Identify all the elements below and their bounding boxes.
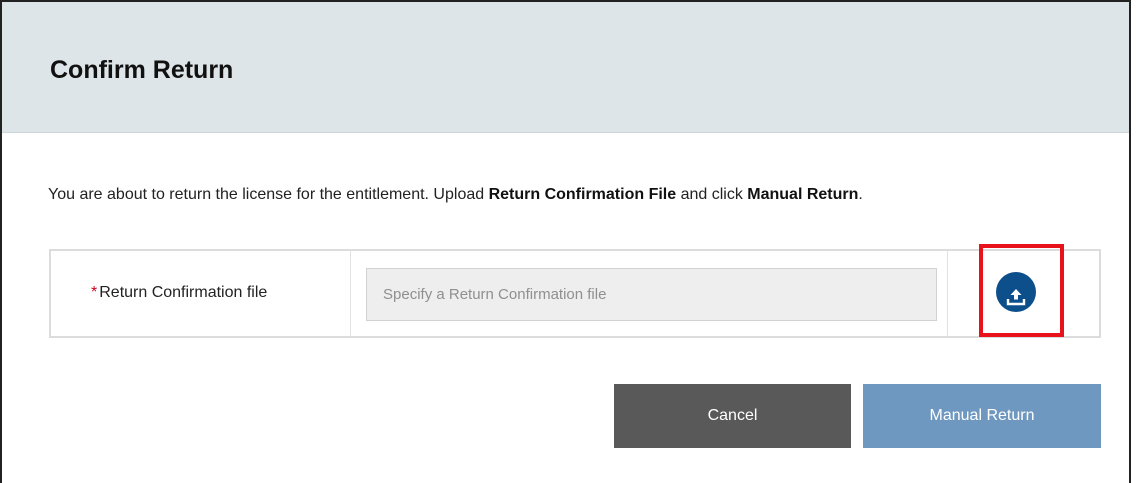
dialog-title: Confirm Return (50, 56, 234, 84)
file-label-cell: * Return Confirmation file (51, 251, 351, 336)
file-label: * Return Confirmation file (91, 283, 267, 303)
intro-text: You are about to return the license for … (48, 183, 863, 207)
manual-return-button[interactable]: Manual Return (863, 384, 1101, 448)
intro-text-bold-action: Manual Return (747, 186, 859, 203)
intro-text-part1: You are about to return the license for … (48, 186, 489, 203)
intro-text-part3: . (858, 186, 863, 203)
intro-text-part2: and click (676, 186, 748, 203)
dialog-header: Confirm Return (2, 2, 1129, 133)
file-input-cell (351, 251, 948, 336)
file-label-text: Return Confirmation file (99, 284, 268, 301)
upload-icon (1006, 288, 1026, 305)
return-confirmation-file-row: * Return Confirmation file (49, 249, 1101, 338)
cancel-button[interactable]: Cancel (614, 384, 851, 448)
intro-text-bold-file: Return Confirmation File (488, 186, 677, 203)
upload-button[interactable] (996, 272, 1036, 312)
required-marker: * (91, 284, 98, 301)
confirm-return-dialog: Confirm Return You are about to return t… (0, 0, 1131, 483)
return-confirmation-file-input[interactable] (366, 268, 937, 321)
